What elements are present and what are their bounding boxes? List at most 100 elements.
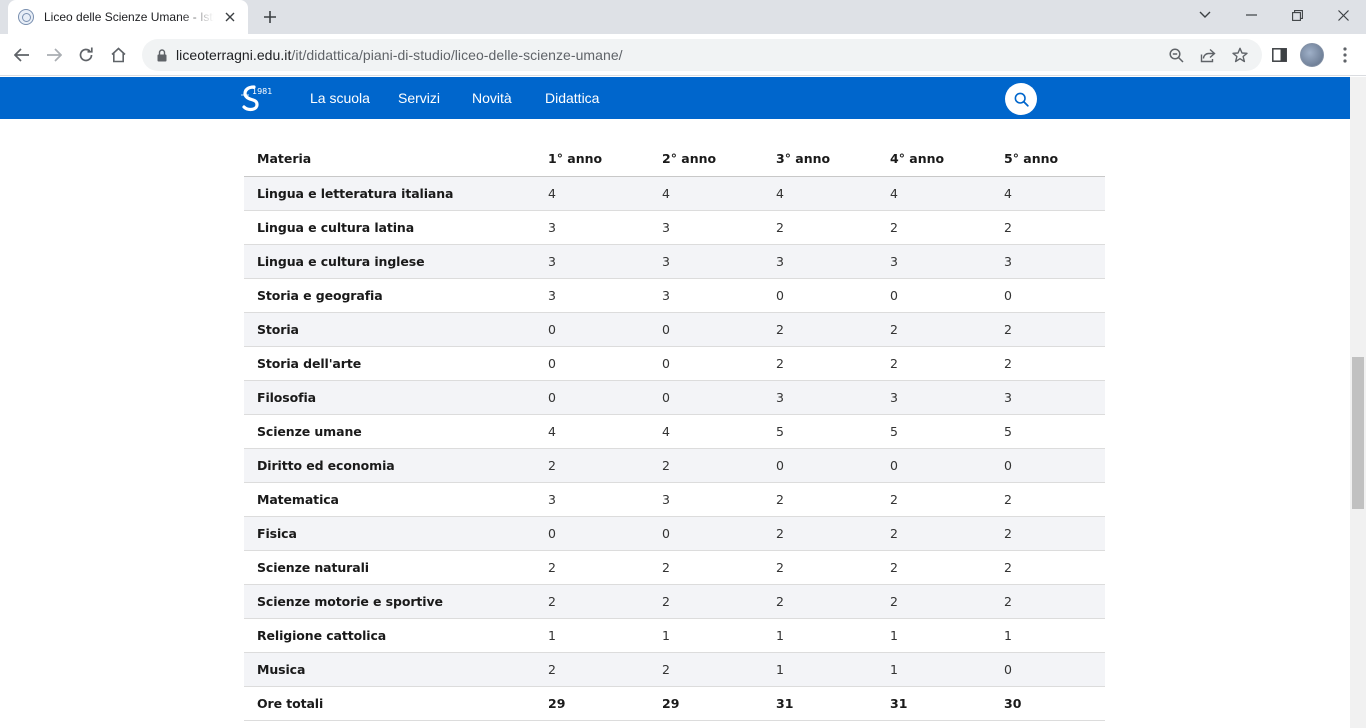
- hours-cell: 30: [991, 686, 1105, 721]
- tab-search-chevron-icon[interactable]: [1182, 0, 1228, 30]
- hours-cell: 2: [991, 482, 1105, 517]
- back-arrow-icon[interactable]: [8, 41, 36, 69]
- subject-cell: Storia: [244, 312, 535, 347]
- new-tab-button[interactable]: [258, 5, 282, 29]
- hours-cell: 3: [535, 210, 649, 245]
- hours-cell: 4: [535, 176, 649, 211]
- hours-cell: 4: [649, 414, 763, 449]
- table-row: Musica 2 2 1 1 0: [244, 652, 1105, 687]
- logo-year: 1981: [252, 87, 272, 96]
- hours-cell: 3: [991, 244, 1105, 279]
- hours-cell: 2: [763, 584, 877, 619]
- hours-cell: 2: [877, 550, 991, 585]
- hours-cell: 0: [535, 516, 649, 551]
- subject-cell: Lingua e cultura latina: [244, 210, 535, 245]
- subject-cell: Scienze naturali: [244, 550, 535, 585]
- site-header: 1981 La scuola Servizi Novità Didattica: [0, 77, 1350, 119]
- hours-cell: 2: [763, 550, 877, 585]
- hours-cell: 2: [877, 516, 991, 551]
- hours-cell: 3: [649, 244, 763, 279]
- column-header: 1° anno: [535, 142, 649, 177]
- browser-tab-active[interactable]: Liceo delle Scienze Umane - Istituto: [8, 0, 248, 34]
- side-panel-icon[interactable]: [1265, 41, 1293, 69]
- subject-cell: Lingua e cultura inglese: [244, 244, 535, 279]
- more-menu-icon[interactable]: [1331, 41, 1359, 69]
- table-row: Scienze umane 4 4 5 5 5: [244, 414, 1105, 449]
- site-favicon-icon: [18, 9, 34, 25]
- hours-cell: 0: [877, 278, 991, 313]
- hours-cell: 2: [649, 448, 763, 483]
- hours-cell: 3: [649, 278, 763, 313]
- profile-avatar[interactable]: [1300, 43, 1324, 67]
- table-row: Storia 0 0 2 2 2: [244, 312, 1105, 347]
- site-search-button[interactable]: [1005, 83, 1037, 115]
- share-icon[interactable]: [1194, 41, 1222, 69]
- hours-cell: 0: [649, 346, 763, 381]
- column-header: 5° anno: [991, 142, 1105, 177]
- tab-strip: Liceo delle Scienze Umane - Istituto: [0, 0, 1366, 34]
- nav-novita[interactable]: Novità: [472, 90, 512, 106]
- hours-cell: 3: [535, 278, 649, 313]
- hours-cell: 1: [763, 618, 877, 653]
- hours-cell: 1: [649, 618, 763, 653]
- table-row: Fisica 0 0 2 2 2: [244, 516, 1105, 551]
- hours-cell: 3: [535, 244, 649, 279]
- address-bar[interactable]: liceoterragni.edu.it/it/didattica/piani-…: [142, 39, 1262, 71]
- hours-cell: 2: [763, 312, 877, 347]
- subject-cell: Religione cattolica: [244, 618, 535, 653]
- hours-cell: 2: [991, 516, 1105, 551]
- zoom-icon[interactable]: [1162, 41, 1190, 69]
- hours-cell: 2: [763, 346, 877, 381]
- nav-didattica[interactable]: Didattica: [545, 90, 599, 106]
- hours-cell: 4: [877, 176, 991, 211]
- bookmark-star-icon[interactable]: [1226, 41, 1254, 69]
- hours-cell: 31: [877, 686, 991, 721]
- hours-cell: 29: [535, 686, 649, 721]
- hours-cell: 0: [535, 380, 649, 415]
- lock-icon[interactable]: [148, 39, 176, 71]
- table-row: Storia dell'arte 0 0 2 2 2: [244, 346, 1105, 381]
- subject-cell: Scienze motorie e sportive: [244, 584, 535, 619]
- hours-cell: 2: [763, 482, 877, 517]
- hours-cell: 0: [535, 346, 649, 381]
- hours-cell: 2: [991, 346, 1105, 381]
- minimize-window-icon[interactable]: [1228, 0, 1274, 30]
- home-icon[interactable]: [104, 41, 132, 69]
- school-logo[interactable]: 1981: [240, 83, 272, 113]
- table-row: Religione cattolica 1 1 1 1 1: [244, 618, 1105, 653]
- reload-icon[interactable]: [72, 41, 100, 69]
- hours-cell: 3: [877, 380, 991, 415]
- hours-cell: 0: [877, 448, 991, 483]
- nav-servizi[interactable]: Servizi: [398, 90, 440, 106]
- hours-cell: 0: [991, 652, 1105, 687]
- hours-cell: 2: [649, 584, 763, 619]
- hours-cell: 1: [763, 652, 877, 687]
- hours-cell: 2: [877, 584, 991, 619]
- subject-cell: Musica: [244, 652, 535, 687]
- hours-cell: 3: [991, 380, 1105, 415]
- browser-toolbar: liceoterragni.edu.it/it/didattica/piani-…: [0, 34, 1366, 76]
- url-path: /it/didattica/piani-di-studio/liceo-dell…: [291, 47, 623, 63]
- url-text[interactable]: liceoterragni.edu.it/it/didattica/piani-…: [176, 47, 623, 63]
- close-tab-icon[interactable]: [222, 9, 238, 25]
- hours-cell: 0: [991, 278, 1105, 313]
- nav-la-scuola[interactable]: La scuola: [310, 90, 370, 106]
- hours-cell: 5: [991, 414, 1105, 449]
- hours-cell: 5: [763, 414, 877, 449]
- column-header: 4° anno: [877, 142, 991, 177]
- column-header: 3° anno: [763, 142, 877, 177]
- hours-cell: 2: [649, 652, 763, 687]
- table-row: Scienze motorie e sportive 2 2 2 2 2: [244, 584, 1105, 619]
- column-header: Materia: [244, 142, 535, 177]
- hours-cell: 3: [649, 210, 763, 245]
- hours-cell: 2: [535, 550, 649, 585]
- hours-cell: 2: [991, 550, 1105, 585]
- forward-arrow-icon[interactable]: [40, 41, 68, 69]
- hours-cell: 2: [535, 448, 649, 483]
- close-window-icon[interactable]: [1320, 0, 1366, 30]
- hours-cell: 2: [877, 210, 991, 245]
- hours-cell: 4: [535, 414, 649, 449]
- page-scrollbar-thumb[interactable]: [1352, 357, 1364, 509]
- restore-window-icon[interactable]: [1274, 0, 1320, 30]
- hours-cell: 2: [991, 584, 1105, 619]
